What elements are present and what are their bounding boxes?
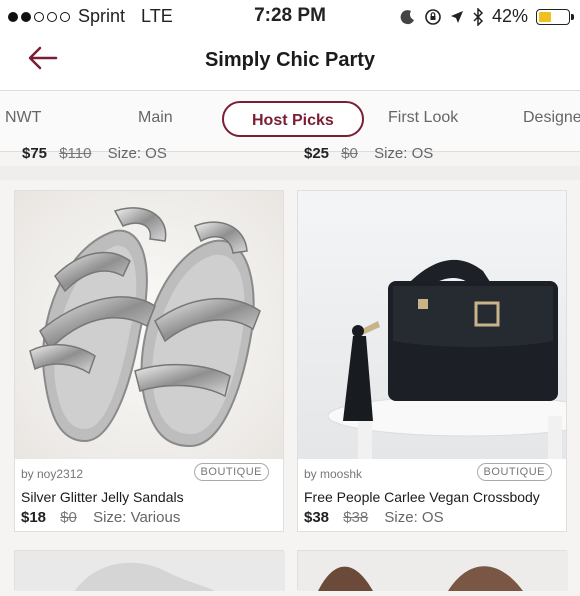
nav-header: Simply Chic Party (0, 32, 580, 90)
listing-image-next[interactable] (298, 551, 568, 591)
status-right: 42% (400, 6, 574, 27)
listing-price-row: $38 $38 Size: OS (304, 509, 444, 526)
boutique-badge: BOUTIQUE (193, 463, 269, 481)
battery-percent: 42% (491, 6, 528, 26)
listing-image-next[interactable] (15, 551, 285, 591)
listing-seller[interactable]: by noy2312 (21, 467, 83, 481)
status-bar: Sprint LTE 7:28 PM 42% (0, 0, 580, 32)
tab-nwt[interactable]: NWT (5, 109, 41, 127)
previous-listing-price-1: $75 $110 Size: OS (22, 145, 167, 162)
listing-title[interactable]: Free People Carlee Vegan Crossbody (304, 489, 540, 505)
page-title: Simply Chic Party (204, 49, 376, 71)
listing-seller[interactable]: by mooshk (304, 467, 362, 481)
rotation-lock-icon (425, 8, 441, 25)
tab-first-look[interactable]: First Look (388, 109, 458, 127)
listing-price: $38 (304, 509, 330, 526)
listing-original-price: $38 (343, 509, 369, 526)
listing-card[interactable]: by noy2312 BOUTIQUE Silver Glitter Jelly… (14, 190, 284, 532)
moon-icon (400, 9, 414, 24)
listing-size: Size: OS (384, 509, 444, 526)
previous-listing-price-2: $25 $0 Size: OS (304, 145, 434, 162)
listing-card[interactable]: by mooshk BOUTIQUE Free People Carlee Ve… (297, 190, 567, 532)
battery-icon (536, 8, 574, 25)
grid-spacer (0, 166, 580, 180)
listing-card-next[interactable] (297, 550, 568, 591)
listing-original-price: $0 (60, 509, 77, 526)
tab-designer[interactable]: Designe (523, 109, 580, 127)
boutique-badge: BOUTIQUE (476, 463, 552, 481)
listing-price: $18 (21, 509, 47, 526)
tab-host-picks[interactable]: Host Picks (222, 101, 364, 137)
tab-main[interactable]: Main (138, 109, 173, 127)
location-arrow-icon (450, 10, 463, 23)
listing-image-sandals[interactable] (15, 191, 283, 459)
bluetooth-icon (473, 7, 484, 26)
listing-card-next[interactable] (14, 550, 285, 591)
listing-price-row: $18 $0 Size: Various (21, 509, 180, 526)
listing-size: Size: Various (93, 509, 181, 526)
listing-title[interactable]: Silver Glitter Jelly Sandals (21, 489, 184, 505)
previous-listings-row: $75 $110 Size: OS $25 $0 Size: OS (0, 140, 580, 166)
listing-image-crossbody[interactable] (298, 191, 566, 459)
